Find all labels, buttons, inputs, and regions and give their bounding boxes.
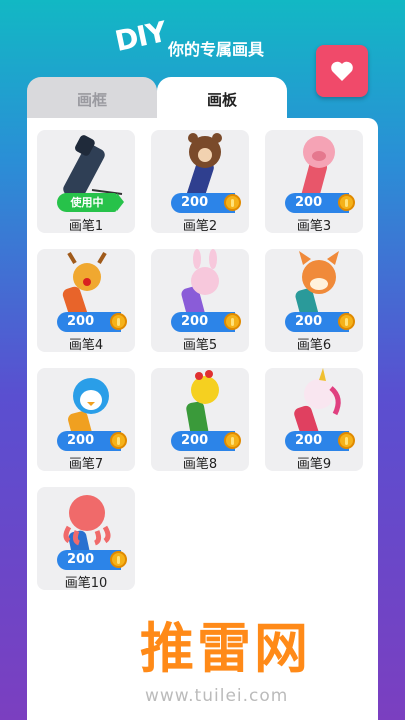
tab-board[interactable]: 画板: [157, 77, 287, 121]
price-value: 200: [295, 433, 323, 448]
page-subtitle: 你的专属画具: [168, 40, 265, 59]
price-value: 200: [67, 552, 95, 567]
coin-icon: [224, 313, 241, 330]
favorite-button[interactable]: [316, 45, 368, 97]
price-tag[interactable]: 200: [285, 431, 355, 451]
price-tag[interactable]: 200: [57, 550, 127, 570]
app-logo: DIY: [112, 15, 169, 58]
price-value: 200: [295, 195, 323, 210]
coin-icon: [110, 313, 127, 330]
pen-card-label: 画笔8: [182, 457, 218, 472]
price-value: 200: [67, 314, 95, 329]
pen-card-label: 画笔6: [296, 338, 332, 353]
pen-card-label: 画笔4: [68, 338, 104, 353]
pen-card-label: 画笔1: [68, 219, 104, 234]
pen-card-9[interactable]: 200 画笔9: [265, 368, 363, 472]
price-tag[interactable]: 200: [285, 312, 355, 332]
price-tag[interactable]: 200: [171, 193, 241, 213]
pen-card-label: 画笔2: [182, 219, 218, 234]
pen-card-8[interactable]: 200 画笔8: [151, 368, 249, 472]
pen-card-10[interactable]: 200 画笔10: [37, 487, 135, 591]
pen-card-7[interactable]: 200 画笔7: [37, 368, 135, 472]
coin-icon: [338, 313, 355, 330]
coin-icon: [224, 194, 241, 211]
price-value: 200: [295, 314, 323, 329]
pen-card-3[interactable]: 200 画笔3: [265, 130, 363, 234]
coin-icon: [338, 432, 355, 449]
price-value: 200: [181, 195, 209, 210]
pen-card-label: 画笔10: [64, 576, 108, 591]
watermark-url: www.tuilei.com: [145, 686, 289, 706]
pen-card-1[interactable]: 使用中 画笔1: [37, 130, 135, 234]
price-tag[interactable]: 200: [171, 431, 241, 451]
watermark-brand: 推雷网: [140, 617, 311, 680]
pen-card-label: 画笔5: [182, 338, 218, 353]
pen-card-label: 画笔7: [68, 457, 104, 472]
coin-icon: [110, 432, 127, 449]
tab-frame[interactable]: 画框: [27, 77, 157, 121]
coin-icon: [110, 551, 127, 568]
in-use-badge: 使用中: [57, 193, 124, 212]
price-tag[interactable]: 200: [57, 431, 127, 451]
pen-card-4[interactable]: 200 画笔4: [37, 249, 135, 353]
heart-icon: [331, 61, 353, 81]
coin-icon: [338, 194, 355, 211]
price-tag[interactable]: 200: [285, 193, 355, 213]
price-value: 200: [67, 433, 95, 448]
pen-card-5[interactable]: 200 画笔5: [151, 249, 249, 353]
pen-card-2[interactable]: 200 画笔2: [151, 130, 249, 234]
pen-card-6[interactable]: 200 画笔6: [265, 249, 363, 353]
pen-card-label: 画笔9: [296, 457, 332, 472]
pen-card-label: 画笔3: [296, 219, 332, 234]
price-value: 200: [181, 314, 209, 329]
coin-icon: [224, 432, 241, 449]
price-value: 200: [181, 433, 209, 448]
price-tag[interactable]: 200: [57, 312, 127, 332]
price-tag[interactable]: 200: [171, 312, 241, 332]
